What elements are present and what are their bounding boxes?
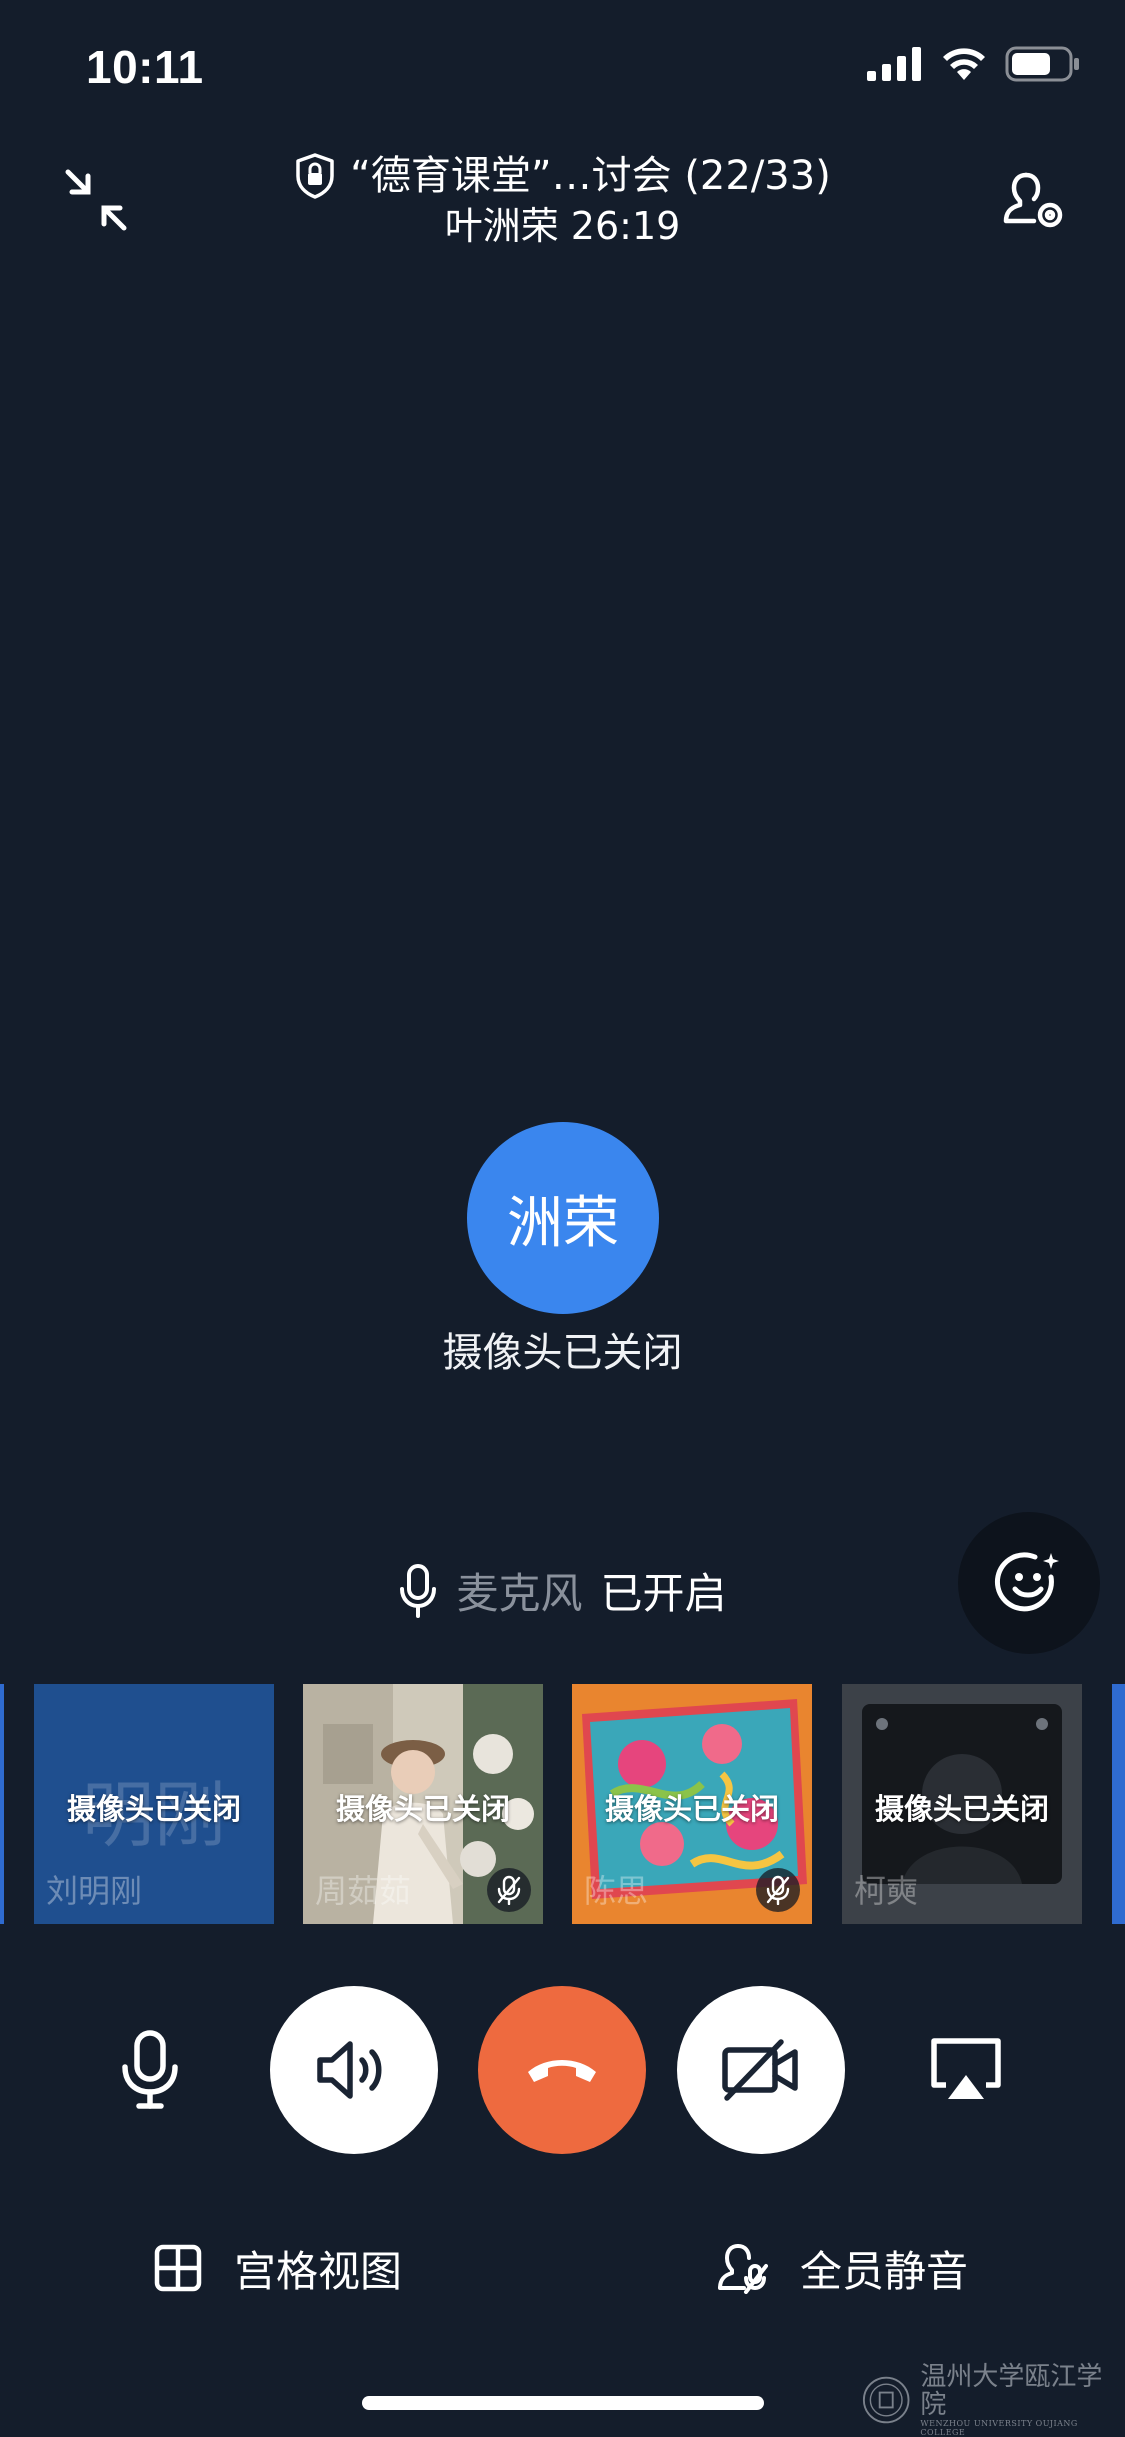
meeting-title: “德育课堂”…讨会 (22/33) [350,153,831,199]
mute-all-icon [718,2244,768,2294]
speaker-avatar-text: 洲荣 [507,1190,619,1256]
participant-strip[interactable]: 明刚 摄像头已关闭 刘明刚 摄像头已关闭 周茹茹 摄像头已关闭 陈思 摄像头已关… [0,1684,1125,1924]
participant-name: 刘明刚 [46,1872,143,1910]
participant-tile[interactable]: 摄像头已关闭 周茹茹 [303,1684,543,1924]
participant-name: 陈思 [584,1872,649,1910]
mic-status: 麦克风 已开启 [0,1560,1125,1621]
status-bar: 10:11 [0,0,1125,132]
watermark-text: 温州大学瓯江学院 [920,2362,1103,2420]
screen-mirror-button[interactable] [882,1986,1050,2154]
mic-state: 已开启 [600,1569,727,1618]
microphone-toggle-button[interactable] [66,1986,234,2154]
mute-all-label: 全员静音 [800,2246,969,2296]
participant-camera-status: 摄像头已关闭 [604,1792,779,1826]
hang-up-icon [528,2060,596,2082]
microphone-icon [400,1563,437,1618]
end-call-button[interactable] [478,1986,646,2154]
airplay-icon [931,2038,1001,2099]
wifi-icon [943,48,985,80]
watermark-subtext: WENZHOU UNIVERSITY OUJIANG COLLEGE [920,2419,1078,2437]
member-settings-icon [1003,172,1063,228]
speaker-camera-status: 摄像头已关闭 [442,1330,683,1376]
cellular-signal-icon [867,47,921,81]
speaker-toggle-button[interactable] [270,1986,438,2154]
camera-toggle-button[interactable] [677,1986,845,2154]
participant-muted-badge [756,1868,800,1912]
home-indicator[interactable] [362,2396,764,2410]
mic-off-icon [497,1875,521,1905]
collapse-arrows-icon [65,169,127,231]
participant-camera-status: 摄像头已关闭 [335,1792,510,1826]
speaker-volume-icon [317,2041,382,2099]
college-watermark: 温州大学瓯江学院 WENZHOU UNIVERSITY OUJIANG COLL… [862,2363,1114,2437]
mic-off-icon [766,1875,790,1905]
member-management-button[interactable] [993,160,1073,240]
status-time: 10:11 [86,41,204,93]
meeting-title-block[interactable]: “德育课堂”…讨会 (22/33) 叶洲荣 26:19 [180,150,945,250]
top-bar: “德育课堂”…讨会 (22/33) 叶洲荣 26:19 [0,140,1125,260]
call-controls [0,1986,1125,2154]
minimize-button[interactable] [56,160,136,240]
participant-name: 周茹茹 [315,1872,412,1910]
grid-view-button[interactable]: 宫格视图 [154,2220,402,2316]
status-icons [867,46,1081,82]
mic-label: 麦克风 [456,1569,583,1618]
meeting-host-duration: 叶洲荣 26:19 [444,204,681,248]
camera-off-icon [722,2039,798,2101]
participant-name: 柯奭 [854,1872,919,1910]
speaker-avatar: 洲荣 [467,1122,659,1314]
microphone-icon [122,2030,178,2109]
college-seal-logo [862,2376,910,2424]
battery-icon [1005,46,1079,82]
grid-view-icon [154,2244,202,2292]
shield-lock-icon [296,153,334,199]
reaction-button[interactable] [958,1512,1100,1654]
emoji-reaction-icon [994,1552,1059,1612]
grid-view-label: 宫格视图 [234,2246,403,2296]
participant-camera-status: 摄像头已关闭 [66,1792,241,1826]
participant-tile-partial[interactable] [1112,1684,1125,1924]
participant-tile[interactable]: 摄像头已关闭 柯奭 [842,1684,1082,1924]
participant-tile[interactable]: 摄像头已关闭 陈思 [572,1684,812,1924]
participant-camera-status: 摄像头已关闭 [874,1792,1049,1826]
participant-tile-partial[interactable] [0,1684,4,1924]
participant-tile[interactable]: 明刚 摄像头已关闭 刘明刚 [34,1684,274,1924]
mute-all-button[interactable]: 全员静音 [716,2220,968,2316]
participant-muted-badge [487,1868,531,1912]
